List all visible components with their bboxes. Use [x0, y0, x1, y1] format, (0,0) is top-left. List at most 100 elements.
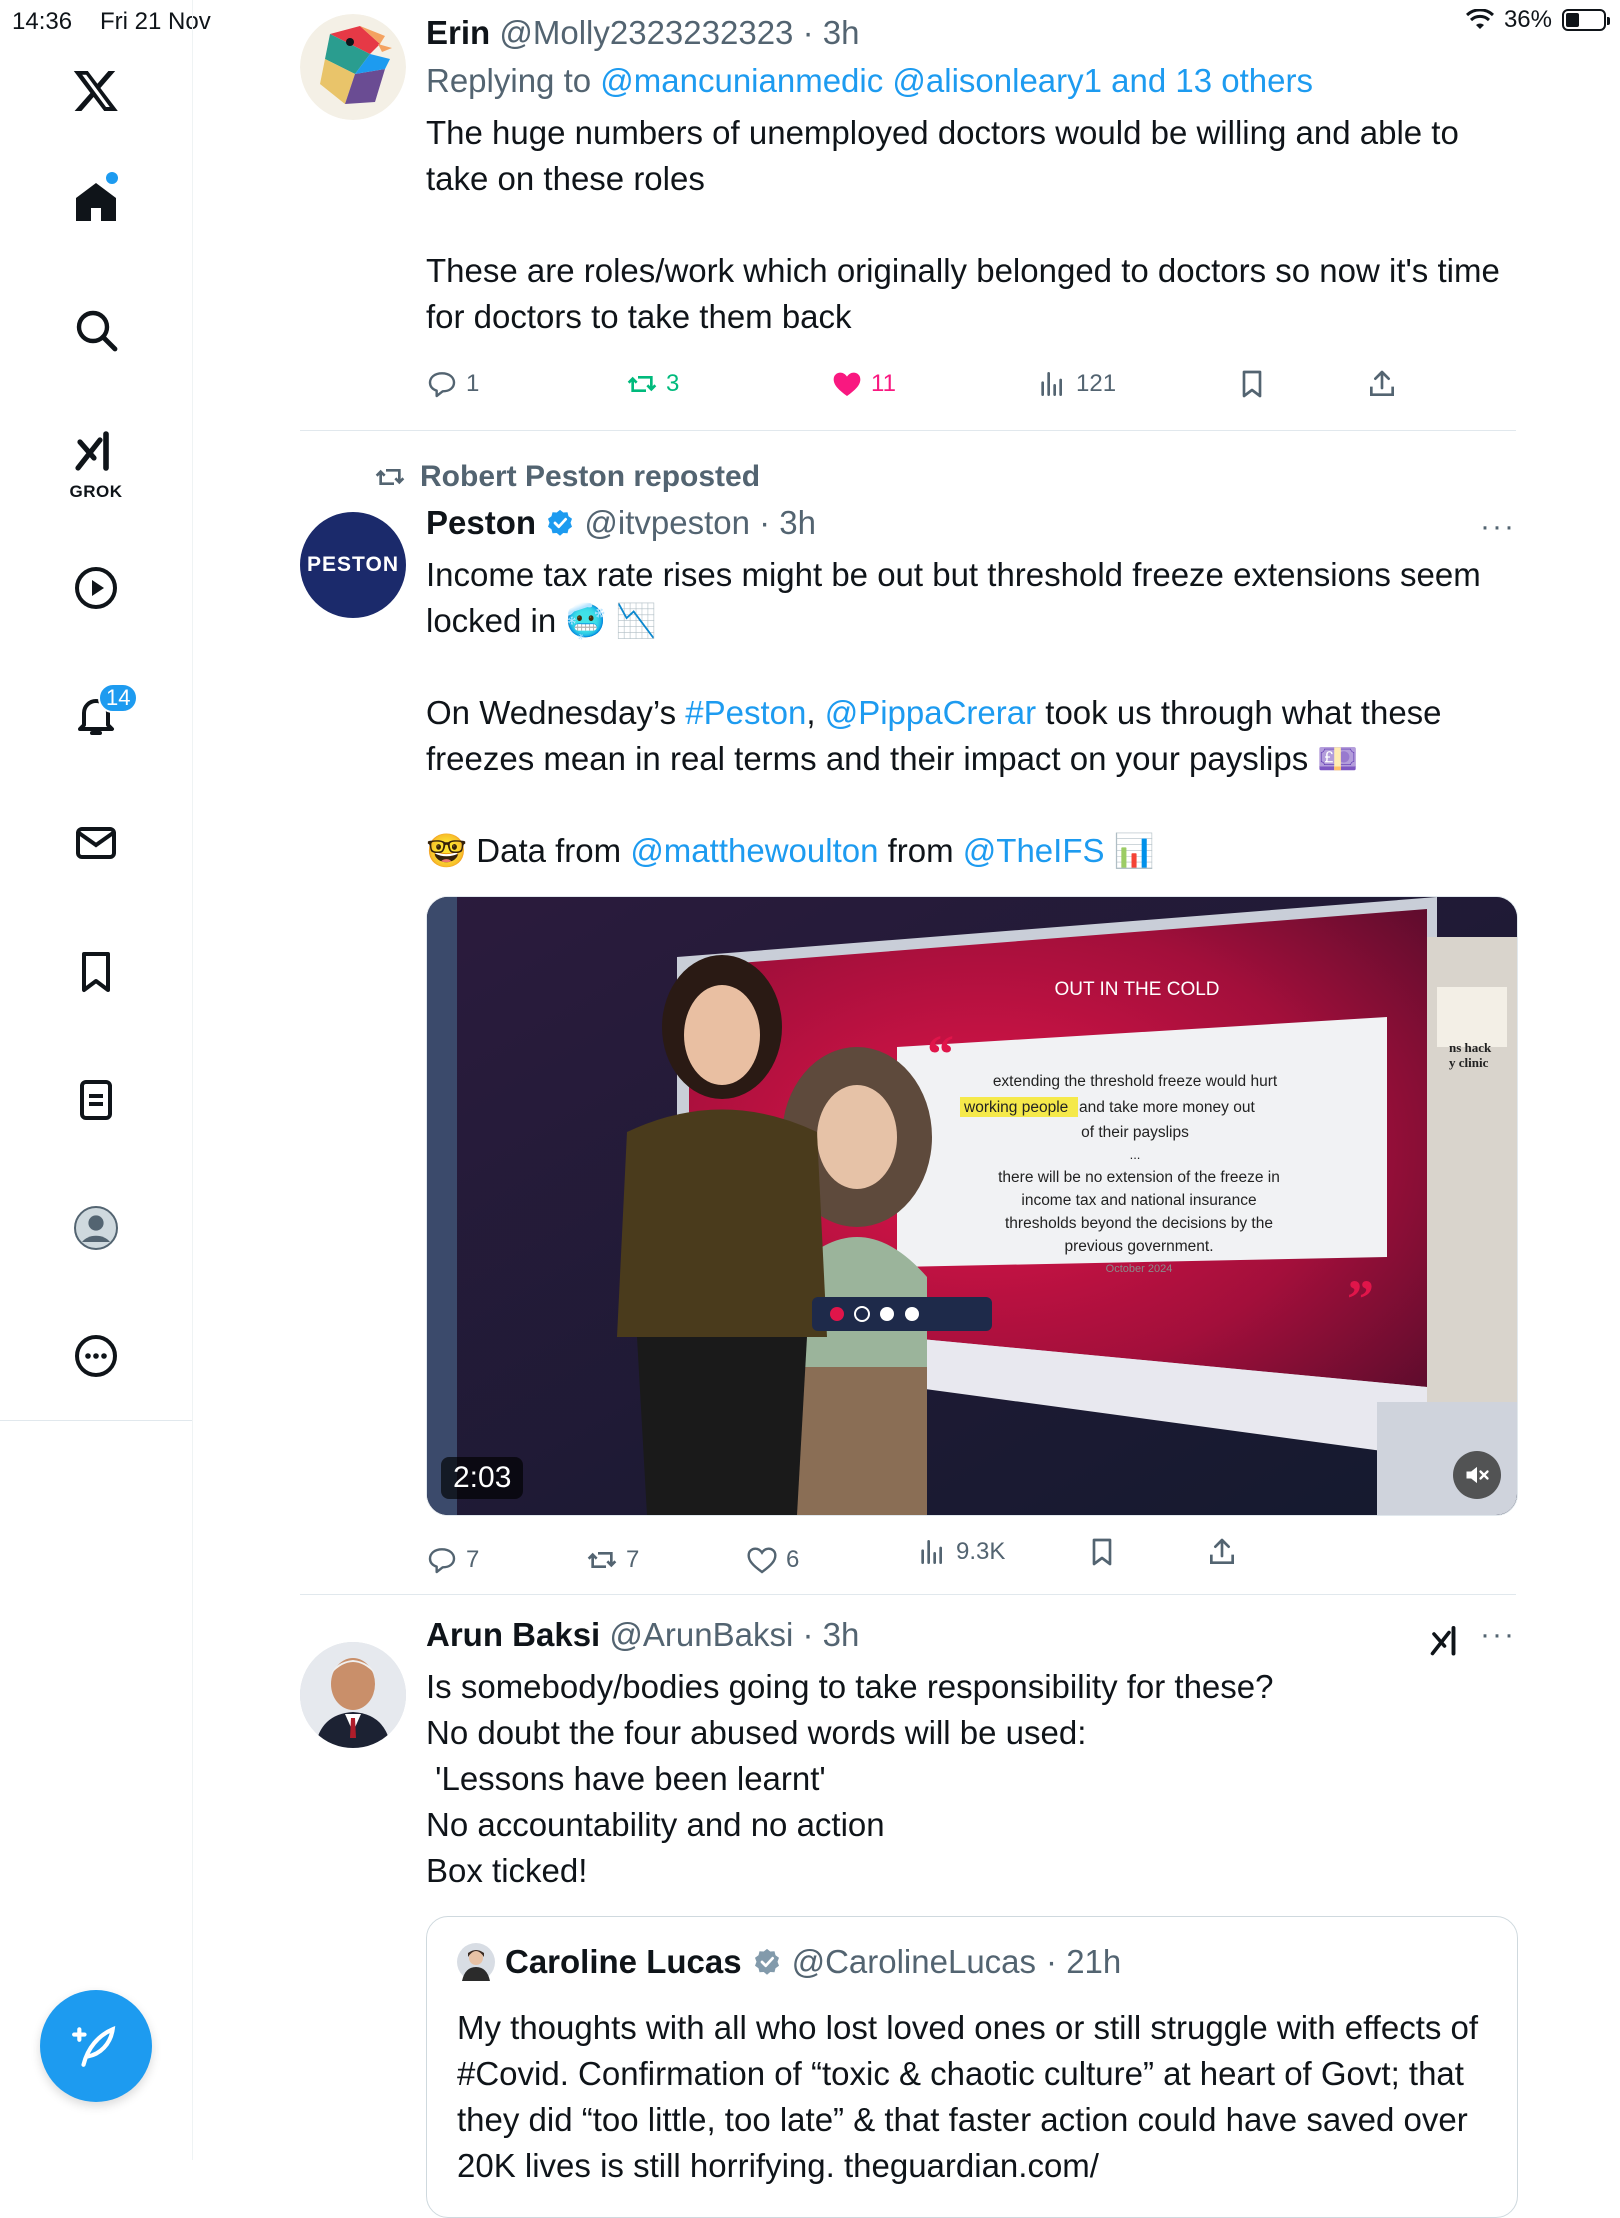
tweet-separator — [300, 430, 1516, 431]
author-handle[interactable]: @ArunBaksi — [609, 1616, 793, 1653]
repost-icon — [627, 376, 657, 392]
bookmark-button[interactable] — [1236, 368, 1268, 400]
video-player[interactable]: OUT IN THE COLD “ extending the threshol… — [426, 896, 1518, 1516]
compose-feather-icon — [72, 2025, 116, 2067]
video-duration: 2:03 — [441, 1457, 524, 1499]
avatar-peston-text: PESTON — [307, 553, 399, 576]
heart-filled-icon — [833, 372, 861, 396]
hashtag-peston[interactable]: #Peston — [685, 694, 806, 731]
notifications-icon[interactable]: 14 — [56, 675, 139, 755]
mention-matthewoulton[interactable]: @matthewoulton — [630, 832, 878, 869]
quote-line-3: of their payslips — [1081, 1124, 1189, 1141]
repost-label[interactable]: Robert Peston reposted — [420, 460, 760, 494]
tweet-header: Peston @itvpeston · 3h — [426, 504, 1516, 542]
mute-button[interactable] — [1453, 1451, 1501, 1499]
like-count: 6 — [786, 1546, 800, 1573]
view-count: 121 — [1076, 370, 1117, 397]
notifications-badge: 14 — [98, 683, 139, 713]
repost-count: 7 — [626, 1546, 640, 1573]
tweet-time[interactable]: · 3h — [759, 504, 816, 541]
replying-to: Replying to @mancunianmedic @alisonleary… — [426, 62, 1516, 100]
video-icon[interactable] — [56, 548, 136, 628]
quote-line-6: thresholds beyond the decisions by the — [1005, 1215, 1273, 1232]
repost-button[interactable]: 7 — [586, 1544, 639, 1576]
svg-text:“: “ — [927, 1024, 954, 1084]
repost-count: 3 — [666, 370, 680, 397]
quoted-tweet[interactable]: Caroline Lucas @CarolineLucas · 21h My t… — [426, 1916, 1518, 2218]
quote-ellipsis: ... — [1130, 1147, 1141, 1162]
profile-avatar-icon[interactable] — [56, 1188, 136, 1268]
avatar-erin[interactable] — [300, 14, 406, 120]
home-icon[interactable] — [56, 162, 136, 242]
speaker-muted-icon — [1466, 1466, 1489, 1484]
mention-pippacrerar[interactable]: @PippaCrerar — [825, 694, 1036, 731]
svg-text:”: ” — [1347, 1269, 1374, 1329]
like-button[interactable]: 6 — [746, 1544, 799, 1576]
tweet-text-paragraph-1: Income tax rate rises might be out but t… — [426, 556, 1490, 639]
author-name[interactable]: Arun Baksi — [426, 1616, 600, 1653]
replying-to-users[interactable]: @mancunianmedic @alisonleary1 and 13 oth… — [600, 62, 1313, 99]
search-icon[interactable] — [56, 290, 136, 370]
share-icon — [1210, 1538, 1234, 1564]
home-unread-dot — [106, 172, 118, 184]
text-span: 🤓 Data from — [426, 832, 631, 869]
reply-button[interactable]: 7 — [426, 1544, 479, 1576]
replying-prefix: Replying to — [426, 62, 601, 99]
like-count: 11 — [871, 370, 896, 397]
compose-button[interactable] — [40, 1990, 152, 2102]
author-name[interactable]: Erin — [426, 14, 490, 51]
reply-count: 7 — [466, 1546, 480, 1573]
tweet-time[interactable]: · 3h — [803, 14, 860, 51]
text-span: On Wednesday’s — [426, 694, 686, 731]
tweet-text-paragraph-3: 🤓 Data from @matthewoulton from @TheIFS … — [426, 828, 1516, 874]
tweet-time[interactable]: · 3h — [802, 1616, 859, 1653]
battery-icon — [1562, 9, 1610, 31]
quoted-tweet-time[interactable]: · 21h — [1046, 1943, 1121, 1981]
avatar-peston[interactable]: PESTON — [300, 512, 406, 618]
views-button[interactable]: 9.3K — [916, 1536, 1005, 1568]
quoted-header: Caroline Lucas @CarolineLucas · 21h — [457, 1943, 1121, 1981]
reply-button[interactable]: 1 — [426, 368, 479, 400]
quoted-tweet-text: My thoughts with all who lost loved ones… — [457, 2009, 1479, 2184]
messages-icon[interactable] — [56, 803, 136, 883]
quote-highlight: working people — [963, 1099, 1068, 1116]
bookmark-button[interactable] — [1086, 1536, 1118, 1568]
avatar-arun-baksi[interactable] — [300, 1642, 406, 1748]
grok-icon[interactable]: GROK — [56, 410, 136, 510]
text-span: from — [878, 832, 963, 869]
author-handle[interactable]: @Molly2323232323 — [499, 14, 793, 51]
repost-icon — [587, 1552, 617, 1568]
more-icon[interactable] — [56, 1316, 136, 1396]
repost-button[interactable]: 3 — [626, 368, 679, 400]
mention-theifs[interactable]: @TheIFS — [963, 832, 1105, 869]
sidebar-divider — [0, 1420, 192, 1421]
quoted-author-handle[interactable]: @CarolineLucas — [792, 1943, 1036, 1981]
views-icon — [1041, 372, 1062, 396]
quoted-author-name[interactable]: Caroline Lucas — [505, 1943, 742, 1981]
views-button[interactable]: 121 — [1036, 368, 1116, 400]
bookmarks-icon[interactable] — [56, 932, 136, 1012]
share-icon — [1370, 370, 1394, 396]
reply-icon — [428, 372, 456, 398]
reply-count: 1 — [466, 370, 480, 397]
share-button[interactable] — [1206, 1536, 1238, 1568]
tweet-separator — [300, 1594, 1516, 1595]
views-icon — [921, 1540, 942, 1564]
quote-line-2: and take more money out — [1079, 1099, 1255, 1116]
avatar-caroline-lucas[interactable] — [457, 1943, 495, 1981]
share-button[interactable] — [1366, 368, 1398, 400]
x-logo-icon[interactable] — [56, 50, 136, 130]
quote-line-5: income tax and national insurance — [1021, 1192, 1256, 1209]
tweet-header: Erin @Molly2323232323 · 3h — [426, 14, 1516, 52]
side-newspaper-text: ns hack — [1449, 1040, 1492, 1055]
verified-badge-icon — [548, 509, 573, 536]
tweet-text: The huge numbers of unemployed doctors w… — [426, 114, 1500, 335]
like-button[interactable]: 11 — [831, 368, 896, 400]
author-name[interactable]: Peston — [426, 504, 536, 541]
verified-badge-grey-icon — [754, 1948, 779, 1975]
author-handle[interactable]: @itvpeston — [584, 504, 750, 541]
tweet-text: Is somebody/bodies going to take respons… — [426, 1668, 1274, 1889]
text-span: , — [806, 694, 825, 731]
lists-icon[interactable] — [56, 1060, 136, 1140]
grok-label: GROK — [69, 482, 123, 501]
